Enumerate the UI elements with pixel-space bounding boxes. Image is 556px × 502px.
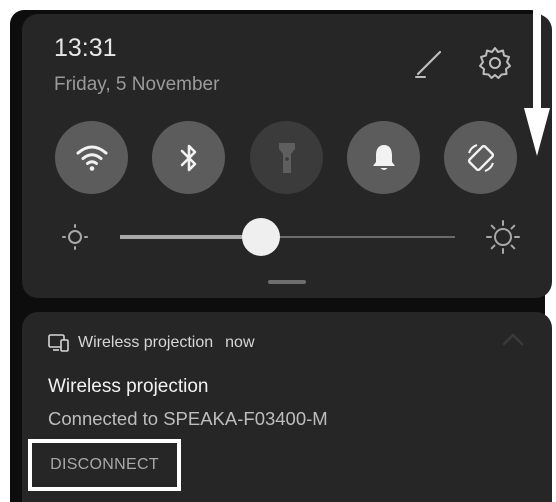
brightness-control	[50, 210, 530, 260]
notification-body: Connected to SPEAKA-F03400-M	[48, 408, 328, 429]
brightness-slider-thumb[interactable]	[241, 218, 280, 256]
flashlight-icon	[278, 142, 295, 173]
notification-header: Wireless projection now	[48, 332, 255, 354]
edit-icon[interactable]	[412, 46, 446, 80]
brightness-low-icon	[62, 224, 88, 250]
brightness-slider[interactable]	[120, 218, 455, 256]
date-text: Friday, 5 November	[54, 74, 220, 95]
brightness-high-icon	[486, 220, 520, 254]
auto-rotate-tile[interactable]	[444, 121, 517, 194]
notification-card[interactable]: Wireless projection now Wireless project…	[22, 312, 552, 502]
brightness-slider-fill	[120, 235, 261, 239]
clock-time: 13:31	[54, 34, 117, 62]
notification-app-name: Wireless projection	[78, 334, 214, 351]
disconnect-button[interactable]: DISCONNECT	[28, 439, 181, 491]
notification-title: Wireless projection	[48, 376, 209, 397]
sound-tile[interactable]	[347, 121, 420, 194]
bluetooth-tile[interactable]	[152, 121, 225, 194]
bell-icon	[372, 144, 395, 170]
wifi-icon	[76, 145, 107, 171]
cast-screen-icon	[48, 334, 69, 352]
flashlight-tile[interactable]	[250, 121, 323, 194]
bluetooth-icon	[180, 144, 196, 171]
settings-icon[interactable]	[477, 45, 513, 81]
swipe-down-arrow-icon	[524, 0, 550, 156]
chevron-up-icon[interactable]	[502, 332, 524, 346]
rotate-icon	[467, 143, 494, 172]
notification-time: now	[225, 334, 255, 351]
panel-drag-handle[interactable]	[268, 280, 306, 284]
wifi-tile[interactable]	[55, 121, 128, 194]
